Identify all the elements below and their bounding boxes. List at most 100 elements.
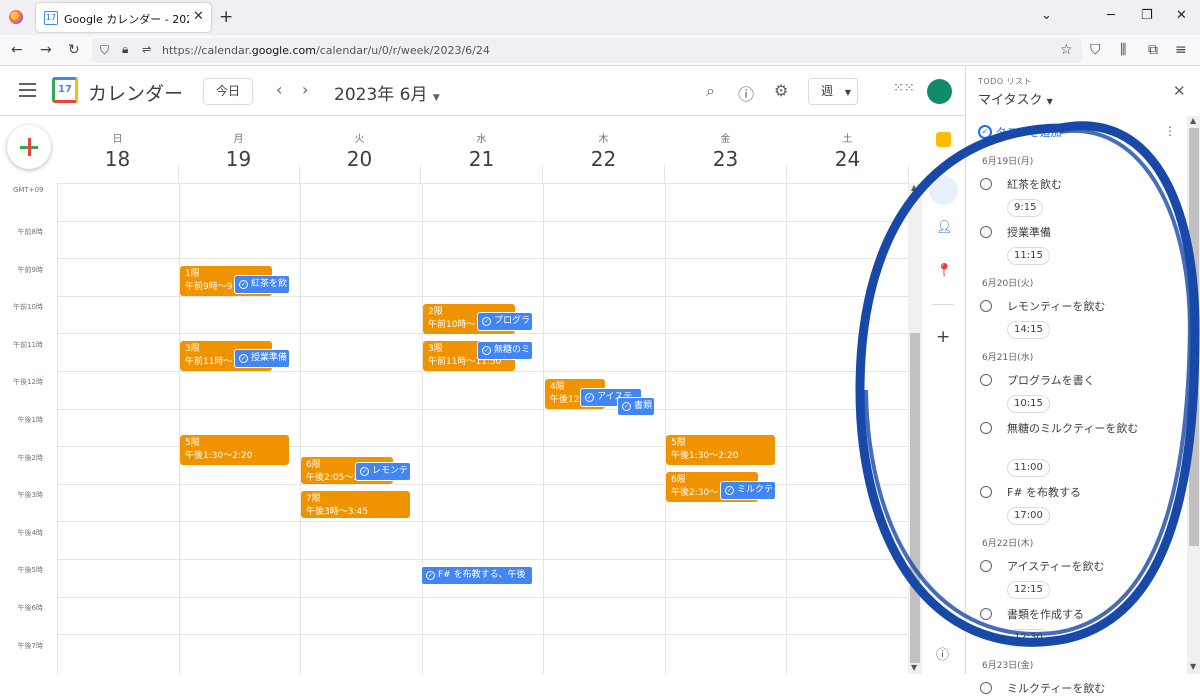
week-grid[interactable] (57, 183, 909, 674)
close-window-icon[interactable]: ✕ (1176, 8, 1187, 23)
shield-icon[interactable]: ⛉ (100, 43, 109, 58)
main-menu-icon[interactable] (19, 83, 36, 101)
calendar-scrollbar[interactable]: ▲ ▼ (908, 183, 922, 674)
day-date[interactable]: 20 (299, 147, 420, 171)
task-complete-circle-icon[interactable] (980, 422, 992, 434)
calendar-task[interactable]: ✓ 紅茶を飲 (234, 275, 290, 294)
task-text[interactable]: 授業準備 (1007, 225, 1142, 240)
permissions-icon[interactable]: ⇌ (142, 43, 151, 56)
task-complete-circle-icon[interactable] (980, 560, 992, 572)
url-bar[interactable]: ⛉ 🔒︎ ⇌ https://calendar.google.com/calen… (92, 38, 1082, 63)
info-icon[interactable]: ⓘ (936, 644, 951, 663)
calendar-task[interactable]: ✓ 無糖のミ (477, 341, 533, 360)
extensions-icon[interactable]: ⧉ (1148, 42, 1158, 58)
task-time-chip[interactable]: 9:15 (1007, 199, 1044, 217)
view-select[interactable]: 週 ▼ (808, 78, 858, 105)
task-text[interactable]: F# を布教する (1007, 485, 1142, 500)
restore-icon[interactable]: ❐ (1141, 8, 1153, 23)
list-all-tabs-icon[interactable]: ⌄ (1041, 8, 1052, 23)
task-complete-circle-icon[interactable] (980, 374, 992, 386)
back-icon[interactable]: ← (11, 42, 23, 58)
task-complete-circle-icon[interactable] (980, 486, 992, 498)
day-header[interactable]: 月 19 (178, 130, 299, 171)
today-button[interactable]: 今日 (203, 78, 253, 105)
day-header[interactable]: 日 18 (57, 130, 178, 171)
minimize-icon[interactable]: ─ (1107, 8, 1115, 23)
task-text[interactable]: 無糖のミルクティーを飲む (1007, 421, 1142, 436)
day-date[interactable]: 21 (421, 147, 542, 171)
keep-icon[interactable] (936, 132, 951, 147)
tab-close-icon[interactable]: ✕ (193, 9, 204, 24)
day-date[interactable]: 23 (665, 147, 786, 171)
calendar-task[interactable]: ✓ ミルクテ (720, 481, 776, 500)
calendar-task[interactable]: ✓ 書類 (617, 397, 655, 416)
task-time-chip[interactable]: 14:15 (1007, 321, 1050, 339)
task-time-chip[interactable]: 12:30 (1007, 629, 1050, 647)
scroll-down-icon[interactable]: ▼ (1190, 662, 1196, 671)
avatar[interactable] (927, 79, 952, 104)
close-panel-icon[interactable]: ✕ (1173, 82, 1186, 100)
add-addon-icon[interactable]: + (936, 329, 951, 346)
scrollbar-thumb[interactable] (910, 333, 920, 663)
task-time-chip[interactable]: 11:00 (1007, 459, 1050, 477)
day-header[interactable]: 金 23 (665, 130, 786, 171)
pocket-icon[interactable]: ⛉ (1090, 42, 1101, 58)
add-task-button[interactable]: ✓ タスクを追加 (978, 124, 1062, 140)
firefox-icon[interactable] (9, 10, 23, 24)
apps-grid-icon[interactable]: ⁙⁙ (893, 81, 915, 96)
day-header[interactable]: 火 20 (299, 130, 420, 171)
scroll-up-icon[interactable]: ▲ (1190, 116, 1196, 125)
calendar-event[interactable]: 7限 午後3時〜3:45 (301, 491, 410, 518)
calendar-task[interactable]: ✓ F# を布教する、午後 (421, 566, 533, 585)
contacts-icon[interactable]: 👤︎ (936, 220, 953, 235)
day-date[interactable]: 22 (543, 147, 664, 171)
day-date[interactable]: 24 (787, 147, 908, 171)
day-date[interactable]: 19 (178, 147, 299, 171)
task-text[interactable]: ミルクティーを飲む (1007, 681, 1142, 696)
create-button[interactable] (7, 125, 51, 169)
scroll-up-icon[interactable]: ▲ (911, 183, 917, 192)
forward-icon[interactable]: → (40, 42, 52, 58)
search-icon[interactable]: ⌕ (706, 81, 715, 101)
task-complete-circle-icon[interactable] (980, 608, 992, 620)
calendar-task[interactable]: ✓ レモンテ (355, 462, 411, 481)
tasks-icon[interactable] (929, 176, 958, 205)
task-time-chip[interactable]: 10:15 (1007, 395, 1050, 413)
task-text[interactable]: プログラムを書く (1007, 373, 1142, 388)
library-icon[interactable]: ⫼ (1120, 42, 1126, 58)
settings-gear-icon[interactable]: ⚙ (774, 81, 788, 100)
more-options-icon[interactable]: ⋮ (1164, 124, 1176, 138)
task-text[interactable]: アイスティーを飲む (1007, 559, 1142, 574)
help-icon[interactable]: ⓘ (738, 81, 754, 105)
month-label[interactable]: 2023年 6月 ▼ (334, 80, 440, 105)
task-complete-circle-icon[interactable] (980, 300, 992, 312)
task-text[interactable]: レモンティーを飲む (1007, 299, 1142, 314)
task-time-chip[interactable]: 11:15 (1007, 247, 1050, 265)
browser-tab[interactable]: 17 Google カレンダー - 2023年 6月 1 ✕ (36, 3, 211, 32)
calendar-task[interactable]: ✓ プログラ (477, 312, 533, 331)
day-date[interactable]: 18 (57, 147, 178, 171)
next-week-icon[interactable]: › (302, 80, 308, 99)
maps-icon[interactable]: 📍︎ (936, 263, 953, 278)
lock-icon[interactable]: 🔒︎ (122, 42, 128, 57)
task-text[interactable]: 書類を作成する (1007, 607, 1142, 622)
reload-icon[interactable]: ↻ (68, 42, 80, 58)
task-complete-circle-icon[interactable] (980, 226, 992, 238)
calendar-event[interactable]: 5限 午後1:30〜2:20 (666, 435, 775, 465)
tasks-scrollbar[interactable]: ▲ ▼ (1187, 116, 1200, 674)
scrollbar-thumb[interactable] (1189, 128, 1199, 546)
task-text[interactable]: 紅茶を飲む (1007, 177, 1142, 192)
scroll-down-icon[interactable]: ▼ (911, 663, 917, 672)
day-header[interactable]: 水 21 (421, 130, 542, 171)
task-complete-circle-icon[interactable] (980, 178, 992, 190)
calendar-task[interactable]: ✓ 授業準備 (234, 349, 290, 368)
bookmark-star-icon[interactable]: ☆ (1060, 42, 1073, 58)
menu-icon[interactable]: ≡ (1175, 42, 1187, 58)
day-header[interactable]: 木 22 (543, 130, 664, 171)
month-dropdown-icon[interactable]: ▼ (433, 93, 440, 103)
new-tab-icon[interactable]: + (219, 7, 233, 27)
prev-week-icon[interactable]: ‹ (276, 80, 282, 99)
task-time-chip[interactable]: 17:00 (1007, 507, 1050, 525)
task-list-select[interactable]: マイタスク ▼ (978, 89, 1053, 108)
task-time-chip[interactable]: 12:15 (1007, 581, 1050, 599)
